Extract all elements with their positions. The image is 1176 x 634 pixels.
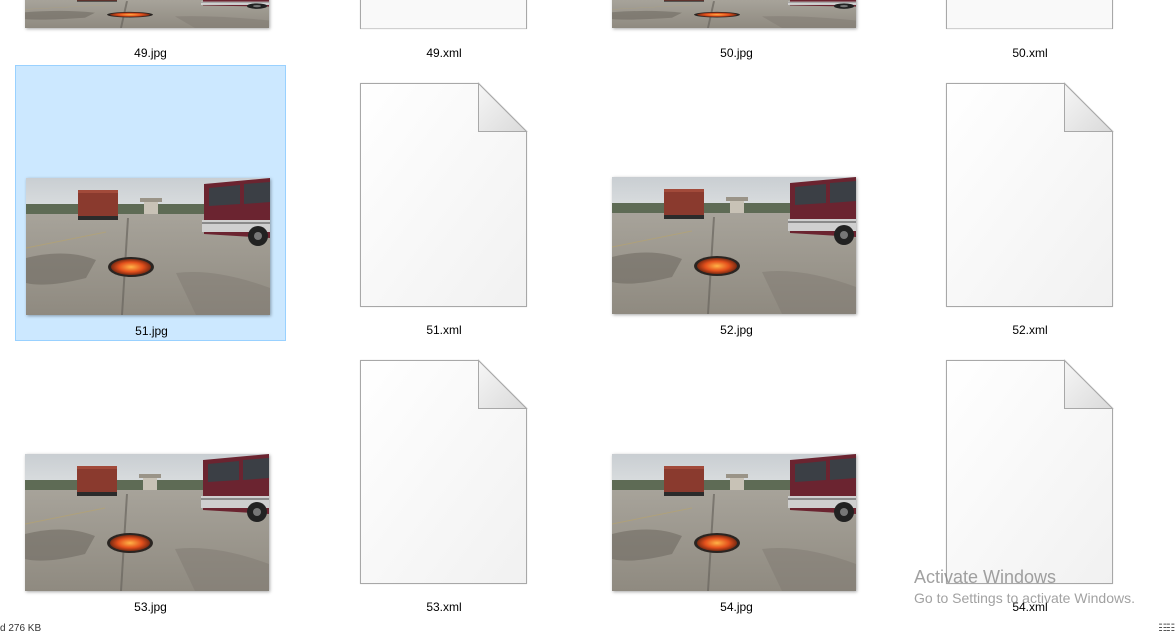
file-tile[interactable]: 49.jpg xyxy=(15,0,286,65)
file-view: 49.jpg 49.xml 50.jpg 50.xml 51.jpg 51.xm… xyxy=(0,0,1176,634)
document-icon xyxy=(946,0,1113,29)
status-text: d 276 KB xyxy=(0,623,42,634)
image-thumbnail xyxy=(612,177,856,314)
file-tile-selected[interactable]: 51.jpg xyxy=(15,65,286,341)
details-view-icon[interactable]: ☷☷ xyxy=(1158,623,1175,634)
photo-image xyxy=(612,454,856,591)
blank-file-icon xyxy=(946,0,1113,29)
file-tile[interactable]: 54.jpg xyxy=(601,342,872,618)
document-icon xyxy=(946,82,1114,307)
photo-image xyxy=(612,0,856,28)
image-thumbnail xyxy=(612,454,856,591)
file-name: 52.xml xyxy=(1012,323,1048,337)
file-name: 53.jpg xyxy=(134,600,167,614)
photo-image xyxy=(25,0,269,28)
document-icon xyxy=(946,359,1114,584)
file-tile[interactable]: 52.jpg xyxy=(601,65,872,341)
file-name: 53.xml xyxy=(426,600,462,614)
image-thumbnail xyxy=(25,0,269,28)
document-icon xyxy=(360,82,528,307)
file-tile[interactable]: 53.jpg xyxy=(15,342,286,618)
file-name: 50.xml xyxy=(1012,46,1048,60)
document-icon xyxy=(360,359,528,584)
photo-image xyxy=(612,177,856,314)
blank-file-icon xyxy=(946,359,1114,584)
image-thumbnail xyxy=(26,178,270,315)
file-name: 49.jpg xyxy=(134,46,167,60)
image-thumbnail xyxy=(25,454,269,591)
file-tile[interactable]: 50.xml xyxy=(906,0,1154,65)
document-icon xyxy=(360,0,527,29)
file-name: 54.xml xyxy=(1012,600,1048,614)
blank-file-icon xyxy=(360,0,527,29)
file-tile[interactable]: 49.xml xyxy=(320,0,568,65)
file-name: 51.jpg xyxy=(135,324,168,338)
file-tile[interactable]: 50.jpg xyxy=(601,0,872,65)
file-tile[interactable]: 52.xml xyxy=(906,65,1154,341)
photo-image xyxy=(26,178,270,315)
file-tile[interactable]: 53.xml xyxy=(320,342,568,618)
file-name: 52.jpg xyxy=(720,323,753,337)
file-tile[interactable]: 54.xml xyxy=(906,342,1154,618)
file-tile[interactable]: 51.xml xyxy=(320,65,568,341)
file-name: 50.jpg xyxy=(720,46,753,60)
file-name: 49.xml xyxy=(426,46,462,60)
photo-image xyxy=(25,454,269,591)
file-name: 54.jpg xyxy=(720,600,753,614)
blank-file-icon xyxy=(360,359,528,584)
image-thumbnail xyxy=(612,0,856,28)
blank-file-icon xyxy=(360,82,528,307)
status-bar: d 276 KB ☷☷ xyxy=(0,622,1176,634)
blank-file-icon xyxy=(946,82,1114,307)
file-name: 51.xml xyxy=(426,323,462,337)
